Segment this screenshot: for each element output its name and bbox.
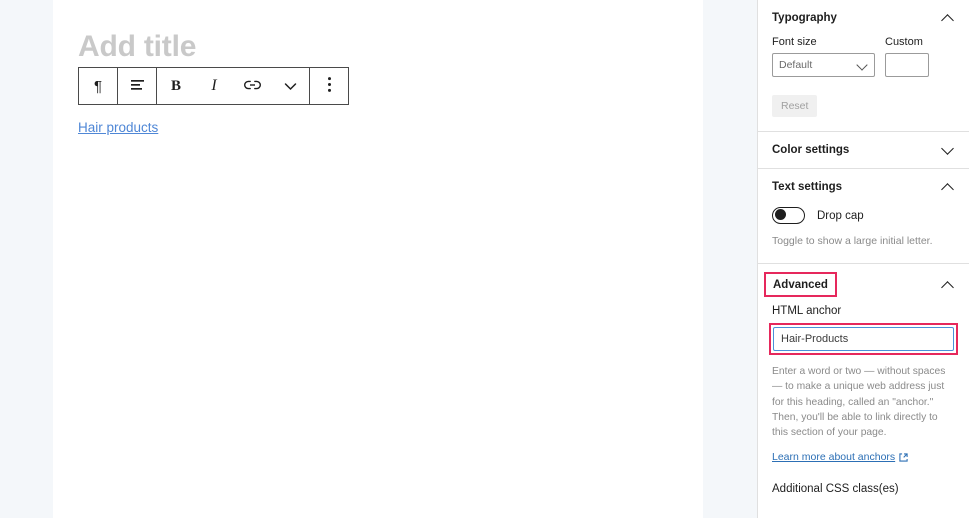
custom-font-size-label: Custom xyxy=(885,36,923,48)
panel-advanced-header[interactable]: Advanced xyxy=(758,264,969,305)
settings-sidebar: Typography Font size Default Custom Rese… xyxy=(757,0,969,518)
canvas-gap-strip xyxy=(703,0,757,518)
panel-typography-header[interactable]: Typography xyxy=(758,0,969,36)
hair-products-link[interactable]: Hair products xyxy=(78,120,158,135)
custom-font-size-input[interactable] xyxy=(885,53,929,77)
panel-typography: Typography Font size Default Custom Rese… xyxy=(758,0,969,132)
panel-advanced: Advanced HTML anchor Enter a word or two… xyxy=(758,264,969,509)
learn-more-label: Learn more about anchors xyxy=(772,451,896,464)
editor-canvas-inner: Add title ¶ B I Hair products xyxy=(53,0,703,137)
block-toolbar: ¶ B I xyxy=(78,67,349,105)
editor-page: Add title ¶ B I Hair products Typography… xyxy=(0,0,969,518)
learn-more-about-anchors-link[interactable]: Learn more about anchors xyxy=(772,451,908,463)
link-button[interactable] xyxy=(233,68,271,104)
drop-cap-label: Drop cap xyxy=(817,209,864,222)
align-text-button[interactable] xyxy=(118,68,156,104)
drop-cap-toggle[interactable] xyxy=(772,207,805,224)
align-text-icon xyxy=(130,78,145,95)
drop-cap-help-text: Toggle to show a large initial letter. xyxy=(772,235,933,247)
advanced-title-highlight: Advanced xyxy=(764,272,837,298)
chevron-up-icon[interactable] xyxy=(941,278,955,292)
panel-text-settings-title: Text settings xyxy=(772,181,843,193)
paragraph-icon: ¶ xyxy=(93,77,103,95)
html-anchor-input[interactable] xyxy=(773,327,954,352)
font-size-select[interactable]: Default xyxy=(772,53,875,77)
html-anchor-help-text: Enter a word or two — without spaces — t… xyxy=(772,366,946,439)
chevron-up-icon[interactable] xyxy=(941,180,955,194)
paragraph-block-type-icon[interactable]: ¶ xyxy=(79,68,117,104)
panel-advanced-body: HTML anchor Enter a word or two — withou… xyxy=(758,305,969,509)
custom-font-size-field: Custom xyxy=(885,36,929,77)
bold-button[interactable]: B xyxy=(157,68,195,104)
font-size-field: Font size Default xyxy=(772,36,875,77)
font-size-label: Font size xyxy=(772,36,817,48)
external-link-icon xyxy=(899,453,908,462)
panel-text-settings-body: Drop cap Toggle to show a large initial … xyxy=(758,207,969,263)
kebab-menu-icon xyxy=(327,76,332,97)
reset-typography-button[interactable]: Reset xyxy=(772,95,818,117)
editor-canvas[interactable]: Add title ¶ B I Hair products xyxy=(53,0,703,518)
html-anchor-highlight xyxy=(769,323,958,356)
html-anchor-label: HTML anchor xyxy=(772,305,842,318)
font-size-selected-value: Default xyxy=(779,59,813,71)
link-icon xyxy=(243,78,261,95)
panel-typography-title: Typography xyxy=(772,12,837,24)
left-rail xyxy=(0,0,53,518)
panel-advanced-title: Advanced xyxy=(773,279,828,292)
chevron-down-icon xyxy=(284,78,297,95)
font-size-row: Font size Default Custom xyxy=(772,36,955,77)
block-options-button[interactable] xyxy=(310,68,348,104)
panel-color-settings-title: Color settings xyxy=(772,144,850,156)
italic-button[interactable]: I xyxy=(195,68,233,104)
drop-cap-row: Drop cap xyxy=(772,207,955,224)
block-content[interactable]: Hair products xyxy=(78,119,703,137)
chevron-up-icon[interactable] xyxy=(941,11,955,25)
panel-color-settings: Color settings xyxy=(758,132,969,169)
more-formatting-button[interactable] xyxy=(271,68,309,104)
chevron-down-icon[interactable] xyxy=(941,143,955,157)
toggle-knob xyxy=(774,209,786,221)
panel-text-settings-header[interactable]: Text settings xyxy=(758,169,969,205)
panel-typography-body: Font size Default Custom Reset xyxy=(758,36,969,131)
bold-icon: B xyxy=(170,77,181,94)
chevron-down-icon xyxy=(858,61,867,70)
post-title-placeholder[interactable]: Add title xyxy=(78,30,703,63)
additional-css-classes-label: Additional CSS class(es) xyxy=(772,483,899,496)
panel-color-settings-header[interactable]: Color settings xyxy=(758,132,969,168)
italic-icon: I xyxy=(211,77,217,94)
panel-text-settings: Text settings Drop cap Toggle to show a … xyxy=(758,169,969,265)
